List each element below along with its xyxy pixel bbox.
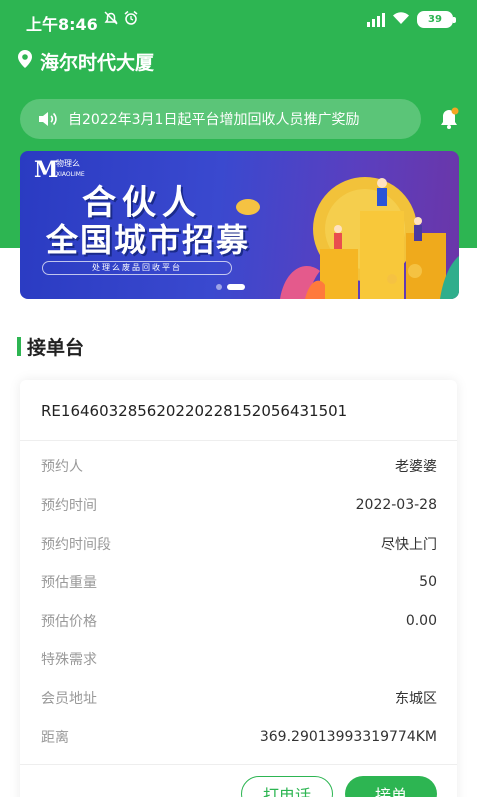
location-pin-icon [18, 50, 32, 73]
field-value: 50 [419, 574, 437, 590]
divider [20, 764, 457, 765]
brand-name: 物理么 [56, 159, 80, 168]
accept-order-button[interactable]: 接单 [345, 776, 437, 797]
order-field-row: 预约时间 2022-03-28 [41, 493, 437, 517]
status-time: 上午8:46 [26, 15, 98, 34]
order-field-row: 预约人 老婆婆 [41, 454, 437, 478]
field-value: 东城区 [395, 691, 437, 707]
field-value: 0.00 [405, 613, 437, 629]
order-field-row: 会员地址 东城区 [41, 686, 437, 710]
carousel-dot-active[interactable] [227, 284, 245, 290]
notification-bell-icon[interactable] [438, 106, 460, 134]
order-field-row: 特殊需求 [41, 647, 437, 671]
promo-banner[interactable]: M 物理么 XIAOLIME 合伙人 全国城市招募 处理么废品回收平台 [20, 151, 459, 299]
section-title: 接单台 [27, 337, 85, 359]
call-button[interactable]: 打电话 [241, 776, 333, 797]
field-value: 尽快上门 [381, 537, 437, 553]
field-label: 距离 [41, 730, 69, 746]
banner-subtitle: 处理么废品回收平台 [42, 261, 232, 275]
carousel-dot[interactable] [216, 284, 222, 290]
battery-level: 39 [428, 14, 442, 25]
section-heading: 接单台 [17, 333, 84, 360]
field-value: 老婆婆 [395, 459, 437, 475]
announcement-bar[interactable]: 自2022年3月1日起平台增加回收人员推广奖励 [20, 99, 421, 139]
order-field-row: 预估价格 0.00 [41, 609, 437, 633]
wifi-icon [392, 10, 410, 29]
field-label: 预约时间段 [41, 537, 111, 553]
order-field-row: 距离 369.29013993319774KM [41, 725, 437, 749]
order-number: RE16460328562022022815205643150​1 [41, 402, 348, 420]
brand-sub: XIAOLIME [56, 171, 85, 178]
order-field-row: 预估重量 50 [41, 570, 437, 594]
field-label: 会员地址 [41, 691, 97, 707]
section-accent-bar [17, 337, 21, 356]
field-label: 预估重量 [41, 575, 97, 591]
field-label: 特殊需求 [41, 652, 97, 668]
field-label: 预约人 [41, 459, 83, 475]
order-card: RE16460328562022022815205643150​1 预约人 老婆… [20, 380, 457, 797]
field-label: 预约时间 [41, 498, 97, 514]
dnd-icon [103, 10, 119, 30]
announcement-text: 自2022年3月1日起平台增加回收人员推广奖励 [68, 112, 360, 128]
field-value: 369.29013993319774KM [259, 729, 437, 745]
signal-icon [367, 12, 385, 27]
order-field-row: 预约时间段 尽快上门 [41, 532, 437, 556]
status-bar: 上午8:46 39 [0, 0, 477, 42]
location-name: 海尔时代大厦 [40, 52, 155, 74]
location-selector[interactable]: 海尔时代大厦 [18, 48, 154, 75]
carousel-indicator [216, 284, 245, 290]
field-label: 预估价格 [41, 614, 97, 630]
speaker-icon [38, 111, 58, 127]
battery-indicator: 39 [417, 11, 456, 28]
brand-logo: M [34, 157, 59, 183]
divider [20, 440, 457, 441]
field-value: 2022-03-28 [355, 497, 437, 513]
brand-text: 物理么 XIAOLIME [56, 159, 85, 180]
banner-title-line2: 全国城市招募 [46, 221, 251, 259]
alarm-icon [123, 10, 139, 30]
